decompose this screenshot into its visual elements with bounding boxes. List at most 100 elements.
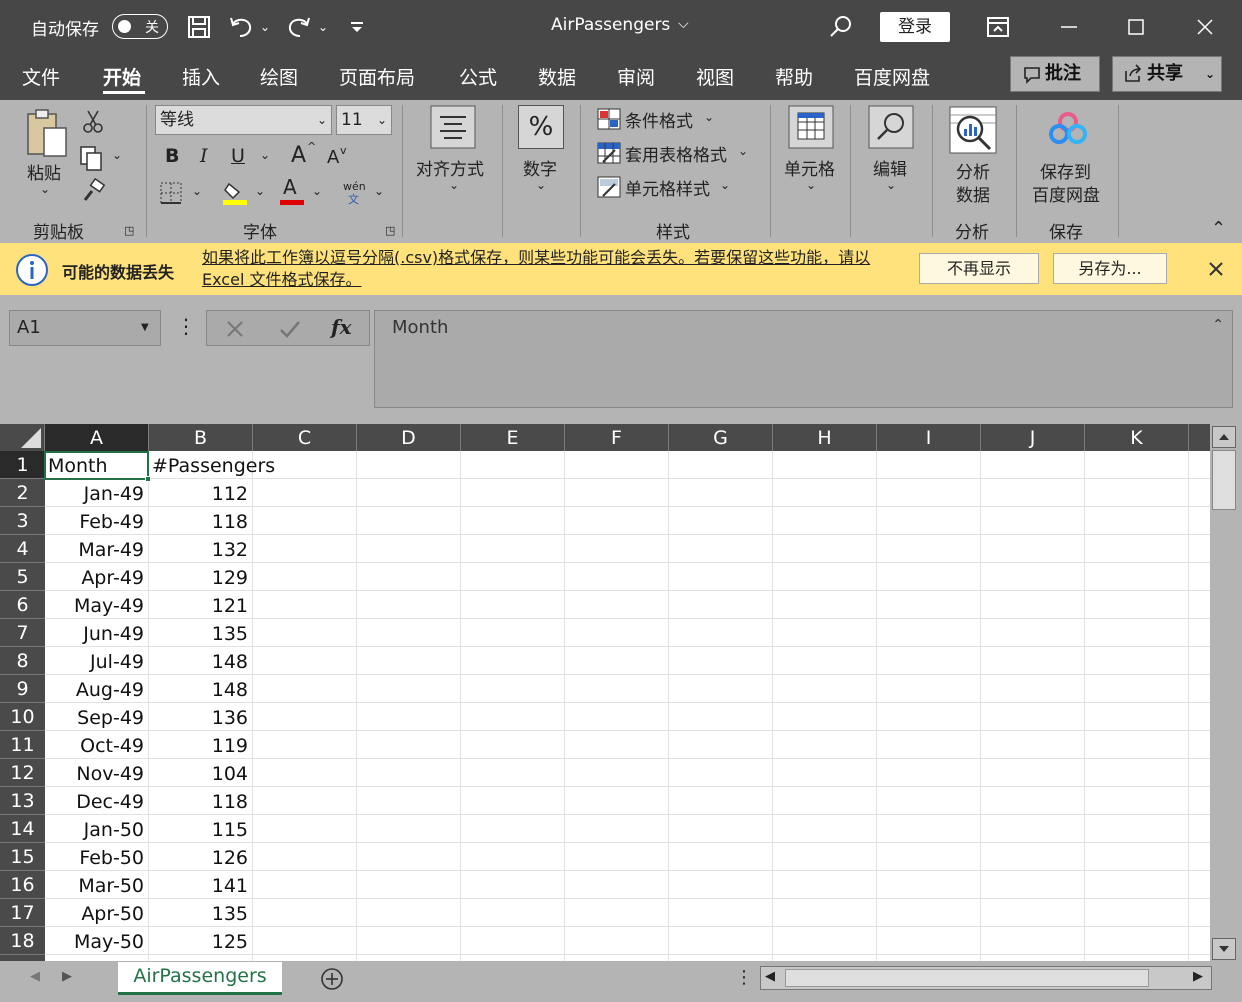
cell-a12[interactable]: Nov-49 [45,759,149,787]
tab-home[interactable]: 开始 [103,63,141,90]
redo-dropdown-icon[interactable]: ⌄ [318,20,328,34]
conditional-format-dropdown-icon[interactable]: ⌄ [704,110,714,124]
row-header[interactable]: 6 [0,591,45,619]
tab-draw[interactable]: 绘图 [260,63,298,90]
sheet-tab-airpassengers[interactable]: AirPassengers [118,962,282,995]
worksheet-grid[interactable]: Month #Passengers Jan-49 112 Feb-49 118 Mar-49… [45,451,1210,961]
infobar-close-icon[interactable] [1207,260,1225,278]
italic-button[interactable]: I [200,145,208,167]
format-as-table-button[interactable]: 套用表格格式 [625,141,727,166]
row-header[interactable]: 14 [0,815,45,843]
cell-b9[interactable]: 148 [149,675,253,703]
font-color-dropdown-icon[interactable]: ⌄ [312,184,322,198]
cell-a9[interactable]: Aug-49 [45,675,149,703]
comments-button[interactable]: 批注 [1010,56,1100,92]
tab-view[interactable]: 视图 [696,63,734,90]
cell-a16[interactable]: Mar-50 [45,871,149,899]
customize-toolbar-icon[interactable] [342,12,372,42]
column-header-f[interactable]: F [565,424,669,451]
horizontal-scrollbar[interactable]: ◀ ▶ [760,966,1212,990]
document-title[interactable]: AirPassengers [551,15,670,35]
cells-dropdown-icon[interactable]: ⌄ [806,178,816,192]
cells-icon[interactable] [788,105,834,149]
cell-styles-dropdown-icon[interactable]: ⌄ [720,178,730,192]
sheet-options-icon[interactable]: ⋮ [735,967,753,988]
column-header-e[interactable]: E [461,424,565,451]
font-color-button[interactable]: A [283,175,297,199]
cell-b14[interactable]: 115 [149,815,253,843]
row-header[interactable]: 4 [0,535,45,563]
format-as-table-dropdown-icon[interactable]: ⌄ [738,144,748,158]
tab-formulas[interactable]: 公式 [459,63,497,90]
shrink-font-button[interactable]: A [327,147,339,168]
column-header-i[interactable]: I [877,424,981,451]
cell-b2[interactable]: 112 [149,479,253,507]
percent-icon[interactable]: % [518,105,564,149]
tab-help[interactable]: 帮助 [775,63,813,90]
analyze-data-label-1[interactable]: 分析 [956,158,990,183]
cell-a17[interactable]: Apr-50 [45,899,149,927]
fill-color-icon[interactable] [221,178,249,206]
font-launcher-icon[interactable]: ◳ [385,224,395,237]
column-header-h[interactable]: H [773,424,877,451]
scroll-right-icon[interactable]: ▶ [1193,969,1203,984]
cell-b16[interactable]: 141 [149,871,253,899]
clipboard-launcher-icon[interactable]: ◳ [124,224,134,237]
sheet-prev-icon[interactable]: ◀ [30,969,40,984]
ribbon-display-icon[interactable] [983,12,1013,42]
cell-b13[interactable]: 118 [149,787,253,815]
cell-a5[interactable]: Apr-49 [45,563,149,591]
row-header[interactable]: 15 [0,843,45,871]
underline-dropdown-icon[interactable]: ⌄ [260,148,270,162]
vertical-scrollbar[interactable] [1210,424,1238,962]
title-chevron-down-icon[interactable]: ⌵ [678,16,689,32]
cell-b3[interactable]: 118 [149,507,253,535]
insert-function-icon[interactable]: fx [331,315,352,339]
row-header[interactable]: 16 [0,871,45,899]
cell-a14[interactable]: Jan-50 [45,815,149,843]
cell-a18[interactable]: May-50 [45,927,149,955]
row-header[interactable]: 2 [0,479,45,507]
share-button[interactable]: 共享 ⌄ [1112,56,1222,92]
cell-a11[interactable]: Oct-49 [45,731,149,759]
copy-dropdown-icon[interactable]: ⌄ [112,148,122,162]
infobar-message-link[interactable]: 如果将此工作簿以逗号分隔(.csv)格式保存，则某些功能可能会丢失。若要保留这些… [202,247,892,291]
cell-a7[interactable]: Jun-49 [45,619,149,647]
share-dropdown-icon[interactable]: ⌄ [1205,57,1215,91]
cell-b5[interactable]: 129 [149,563,253,591]
editing-label[interactable]: 编辑 [873,155,907,180]
fill-handle[interactable] [145,476,151,482]
close-icon[interactable] [1190,12,1220,42]
search-icon[interactable] [826,12,856,42]
borders-icon[interactable] [158,180,184,206]
alignment-label[interactable]: 对齐方式 [416,155,484,180]
paste-icon[interactable] [24,108,70,160]
save-to-baidu-label-1[interactable]: 保存到 [1040,158,1091,183]
tab-baidu-netdisk[interactable]: 百度网盘 [854,63,930,90]
cell-b4[interactable]: 132 [149,535,253,563]
conditional-format-button[interactable]: 条件格式 [625,107,693,132]
collapse-ribbon-icon[interactable]: ⌃ [1211,218,1226,239]
maximize-icon[interactable] [1121,12,1151,42]
column-header-a[interactable]: A [45,424,149,451]
cell-b12[interactable]: 104 [149,759,253,787]
cell-styles-button[interactable]: 单元格样式 [625,175,710,200]
cell-a4[interactable]: Mar-49 [45,535,149,563]
login-button[interactable]: 登录 [880,12,950,42]
column-header-b[interactable]: B [149,424,253,451]
cell-b15[interactable]: 126 [149,843,253,871]
cell-b7[interactable]: 135 [149,619,253,647]
undo-icon[interactable] [226,12,256,42]
cut-icon[interactable] [80,108,106,134]
name-box-dropdown-icon[interactable]: ▼ [141,311,149,345]
row-header[interactable]: 11 [0,731,45,759]
cell-b11[interactable]: 119 [149,731,253,759]
tab-page-layout[interactable]: 页面布局 [339,63,415,90]
sheet-next-icon[interactable]: ▶ [62,969,72,984]
alignment-icon[interactable] [430,105,476,149]
cell-b1[interactable]: #Passengers [149,451,369,479]
editing-search-icon[interactable] [868,105,914,149]
row-header[interactable]: 5 [0,563,45,591]
tab-insert[interactable]: 插入 [182,63,220,90]
row-header[interactable]: 3 [0,507,45,535]
